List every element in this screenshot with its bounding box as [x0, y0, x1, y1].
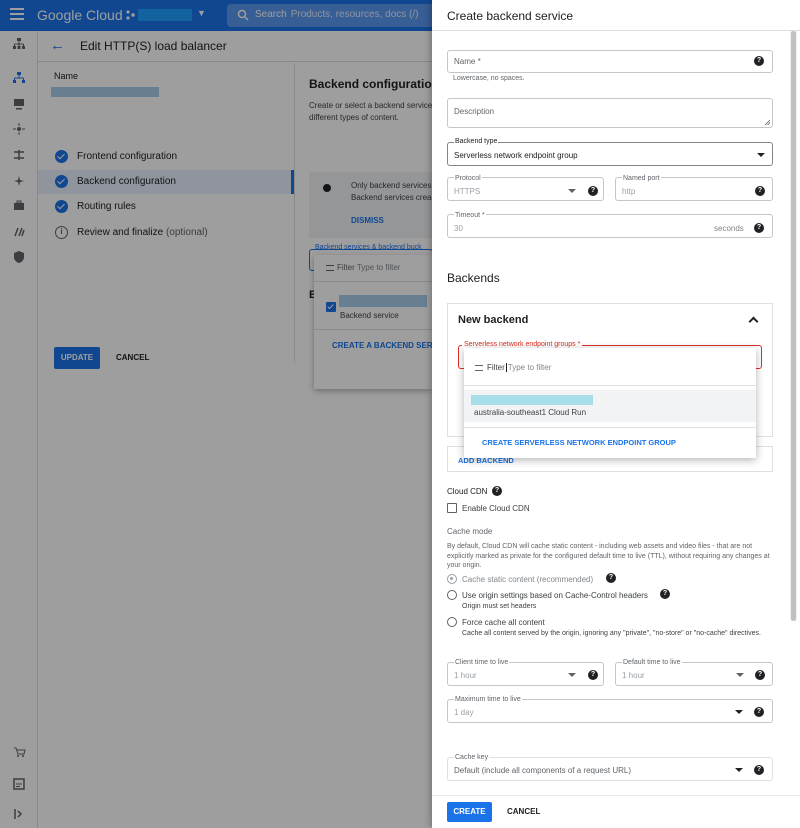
filter-label: Filter: [487, 363, 505, 372]
protocol-value: HTTPS: [454, 187, 481, 196]
modal-scrim[interactable]: [0, 0, 432, 828]
default-ttl-label: Default time to live: [622, 659, 682, 666]
name-field[interactable]: Name * ?: [447, 50, 773, 73]
timeout-label: Timeout *: [454, 212, 486, 219]
help-icon[interactable]: ?: [492, 486, 502, 496]
create-button[interactable]: CREATE: [447, 802, 492, 822]
timeout-field[interactable]: Timeout * 30 seconds ?: [447, 212, 773, 238]
help-icon[interactable]: ?: [588, 186, 598, 196]
client-ttl-label: Client time to live: [454, 659, 510, 666]
cache-mode-title: Cache mode: [447, 527, 493, 536]
help-icon[interactable]: ?: [754, 56, 764, 66]
scrollbar-thumb[interactable]: [791, 31, 796, 621]
text-cursor: [505, 363, 507, 373]
neg-option-region: australia-southeast1 Cloud Run: [474, 408, 587, 417]
help-icon[interactable]: ?: [754, 223, 764, 233]
enable-cloud-cdn-label: Enable Cloud CDN: [462, 504, 530, 513]
cache-static-radio[interactable]: [447, 574, 457, 584]
cache-static-label: Cache static content (recommended): [462, 575, 594, 584]
filter-field[interactable]: Filter Type to filter: [475, 363, 552, 373]
default-ttl-value: 1 hour: [622, 671, 645, 680]
help-icon[interactable]: ?: [755, 186, 765, 196]
description-field[interactable]: Description: [447, 98, 773, 128]
use-origin-radio[interactable]: [447, 590, 457, 600]
force-cache-sub: Cache all content served by the origin, …: [462, 630, 761, 637]
redacted-neg-name: [471, 395, 593, 405]
cache-key-value: Default (include all components of a req…: [454, 766, 631, 775]
max-ttl-label: Maximum time to live: [454, 696, 522, 703]
cache-mode-description: By default, Cloud CDN will cache static …: [447, 543, 770, 569]
dropdown-caret-icon: [735, 710, 743, 714]
panel-title: Create backend service: [447, 9, 574, 23]
backend-type-value: Serverless network endpoint group: [454, 151, 578, 160]
panel-header: Create backend service: [432, 0, 800, 31]
name-hint: Lowercase, no spaces.: [453, 75, 525, 82]
cloud-cdn-title: Cloud CDN: [447, 487, 488, 496]
dropdown-caret-icon: [735, 768, 743, 772]
max-ttl-select[interactable]: Maximum time to live 1 day ?: [447, 696, 773, 723]
filter-icon: [475, 364, 483, 371]
backend-type-label: Backend type: [454, 138, 499, 145]
divider: [464, 385, 756, 386]
help-icon[interactable]: ?: [755, 670, 765, 680]
resize-handle-icon[interactable]: [764, 119, 770, 125]
cache-key-label: Cache key: [454, 754, 490, 761]
chevron-up-icon[interactable]: [748, 316, 759, 327]
enable-cloud-cdn-checkbox[interactable]: [447, 503, 457, 513]
name-label: Name *: [454, 57, 481, 66]
backend-type-select[interactable]: Backend type Serverless network endpoint…: [447, 138, 773, 166]
divider: [464, 427, 756, 428]
named-port-value: http: [622, 187, 636, 196]
backends-title: Backends: [447, 271, 500, 285]
cache-key-select[interactable]: Cache key Default (include all component…: [447, 754, 773, 781]
help-icon[interactable]: ?: [660, 589, 670, 599]
named-port-field[interactable]: Named port http ?: [615, 175, 773, 201]
client-ttl-select[interactable]: Client time to live 1 hour ?: [447, 659, 604, 686]
default-ttl-select[interactable]: Default time to live 1 hour ?: [615, 659, 773, 686]
dropdown-caret-icon: [757, 153, 765, 157]
help-icon[interactable]: ?: [754, 707, 764, 717]
dropdown-caret-icon: [568, 673, 576, 677]
protocol-label: Protocol: [454, 175, 482, 182]
create-neg-link[interactable]: CREATE SERVERLESS NETWORK ENDPOINT GROUP: [482, 438, 676, 447]
description-label: Description: [454, 107, 495, 116]
client-ttl-value: 1 hour: [454, 671, 477, 680]
timeout-unit: seconds: [714, 224, 744, 233]
force-cache-radio[interactable]: [447, 617, 457, 627]
neg-dropdown-menu: Filter Type to filter australia-southeast…: [464, 348, 756, 458]
dropdown-caret-icon: [568, 189, 576, 193]
use-origin-sub: Origin must set headers: [462, 603, 537, 610]
max-ttl-value: 1 day: [454, 708, 474, 717]
dropdown-caret-icon: [736, 673, 744, 677]
new-backend-title: New backend: [458, 314, 529, 326]
help-icon[interactable]: ?: [754, 765, 764, 775]
help-icon[interactable]: ?: [588, 670, 598, 680]
use-origin-label: Use origin settings based on Cache-Contr…: [462, 591, 648, 600]
timeout-value: 30: [454, 224, 463, 233]
named-port-label: Named port: [622, 175, 661, 182]
neg-select-label: Serverless network endpoint groups *: [462, 341, 583, 348]
help-icon[interactable]: ?: [606, 573, 616, 583]
cancel-button[interactable]: CANCEL: [507, 807, 540, 816]
filter-placeholder: Type to filter: [507, 363, 552, 372]
protocol-select[interactable]: Protocol HTTPS ?: [447, 175, 604, 201]
force-cache-label: Force cache all content: [462, 618, 545, 627]
